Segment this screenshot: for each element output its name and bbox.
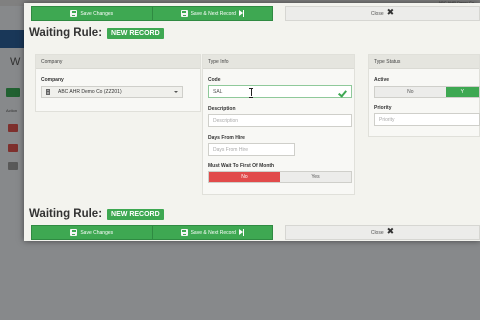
company-card-header: Company (36, 55, 200, 69)
save-changes-label: Save Changes (80, 229, 114, 236)
type-status-card: Type Status Active No Y Priority Priorit… (368, 54, 480, 137)
save-next-button[interactable]: Save & Next Record (153, 7, 273, 20)
wait-first-of-month-label: Must Wait To First Of Month (208, 163, 275, 169)
company-field-label: Company (41, 77, 64, 83)
type-info-card: Type Info Code SAL Description Descripti… (202, 54, 355, 195)
text-cursor-icon (249, 88, 253, 98)
code-label: Code (208, 77, 221, 83)
page-title-text: Waiting Rule: (29, 27, 103, 39)
active-yes-option[interactable]: Y (445, 87, 479, 97)
floppy-disk-icon (180, 229, 188, 236)
chevron-down-icon (174, 91, 178, 93)
active-toggle: No Y (374, 86, 480, 98)
page-title-footer: Waiting Rule: NEW RECORD (29, 208, 164, 220)
active-label: Active (374, 77, 390, 83)
wait-first-of-month-toggle: No Yes (208, 171, 352, 183)
type-status-card-header: Type Status (369, 55, 479, 69)
save-button-group-bottom: Save Changes Save & Next Record (31, 225, 273, 240)
save-changes-button[interactable]: Save Changes (32, 7, 153, 20)
new-record-badge: NEW RECORD (107, 27, 164, 39)
code-input-value: SAL (213, 88, 223, 95)
save-next-label: Save & Next Record (190, 229, 236, 236)
floppy-disk-icon (70, 10, 78, 17)
company-select-value: ABC AHR Demo Co (ZZ201) (58, 89, 122, 95)
code-input[interactable]: SAL (208, 85, 352, 98)
bottom-toolbar: Save Changes Save & Next Record Close ✖ (31, 225, 480, 240)
building-icon (46, 89, 50, 95)
description-label: Description (208, 106, 236, 112)
description-placeholder: Description (213, 117, 239, 124)
page-title-footer-text: Waiting Rule: (29, 208, 103, 220)
save-next-label: Save & Next Record (190, 10, 236, 17)
days-from-hire-input[interactable]: Days From Hire (208, 143, 295, 156)
wait-no-option[interactable]: No (209, 172, 280, 182)
new-record-footer-badge: NEW RECORD (107, 208, 164, 220)
type-info-card-header: Type Info (203, 55, 354, 69)
close-label: Close (370, 229, 384, 236)
top-toolbar: Save Changes Save & Next Record Close ✖ (31, 6, 480, 21)
company-select[interactable]: ABC AHR Demo Co (ZZ201) (41, 86, 183, 98)
close-icon: ✖ (386, 227, 395, 237)
floppy-disk-icon (180, 10, 188, 17)
close-button[interactable]: Close ✖ (285, 6, 480, 21)
save-changes-button-bottom[interactable]: Save Changes (32, 226, 153, 239)
priority-label: Priority (374, 105, 392, 111)
step-forward-icon (238, 229, 244, 236)
company-card: Company Company ABC AHR Demo Co (ZZ201) (35, 54, 201, 112)
floppy-disk-icon (70, 229, 78, 236)
save-button-group: Save Changes Save & Next Record (31, 6, 273, 21)
waiting-rule-modal: Save Changes Save & Next Record Close ✖ … (24, 3, 480, 241)
save-changes-label: Save Changes (80, 10, 114, 17)
close-label: Close (370, 10, 384, 17)
valid-check-icon (339, 89, 347, 95)
active-no-option[interactable]: No (375, 87, 446, 97)
description-input[interactable]: Description (208, 114, 352, 127)
priority-input[interactable]: Priority (374, 113, 480, 126)
page-title: Waiting Rule: NEW RECORD (29, 27, 164, 39)
step-forward-icon (238, 10, 244, 17)
save-next-button-bottom[interactable]: Save & Next Record (153, 226, 273, 239)
priority-placeholder: Priority (379, 116, 395, 123)
days-from-hire-placeholder: Days From Hire (213, 146, 249, 153)
days-from-hire-label: Days From Hire (208, 135, 245, 141)
close-button-bottom[interactable]: Close ✖ (285, 225, 480, 240)
close-icon: ✖ (386, 8, 395, 18)
wait-yes-option[interactable]: Yes (280, 172, 351, 182)
